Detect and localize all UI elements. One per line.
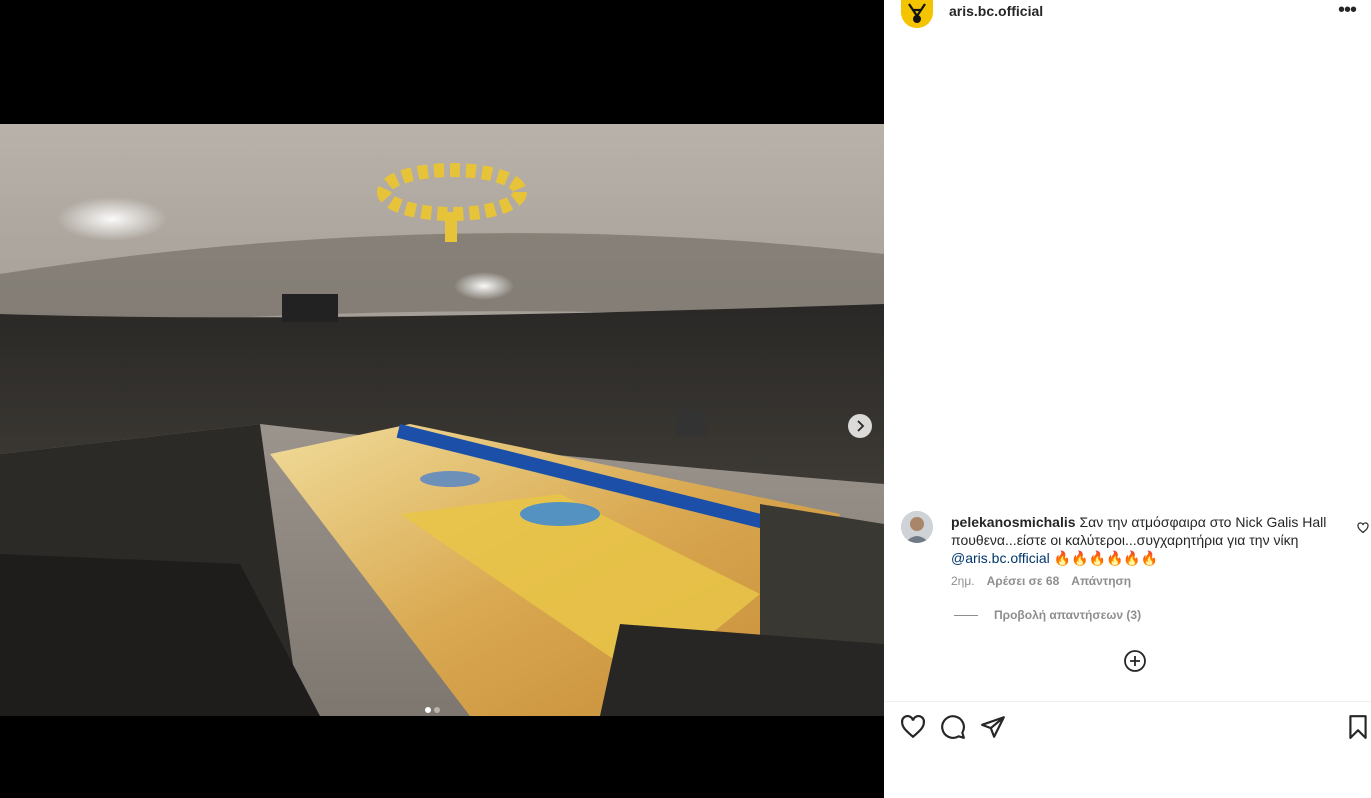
comment-likes[interactable]: Αρέσει σε 68 bbox=[987, 574, 1060, 588]
bookmark-icon[interactable] bbox=[1345, 714, 1371, 740]
post-side-panel: aris.bc.official ••• pelekanosmichalis Σα… bbox=[884, 0, 1371, 798]
comment-time[interactable]: 2ημ. bbox=[951, 574, 975, 588]
post-media[interactable] bbox=[0, 0, 884, 798]
aris-logo-icon bbox=[901, 0, 933, 28]
post-actions bbox=[884, 714, 1371, 742]
post-username[interactable]: aris.bc.official bbox=[949, 3, 1043, 19]
comment-icon[interactable] bbox=[940, 714, 966, 740]
more-icon[interactable]: ••• bbox=[1338, 0, 1357, 20]
comment-reply-button[interactable]: Απάντηση bbox=[1071, 574, 1131, 588]
comment-text-block: pelekanosmichalis Σαν την ατμόσφαιρα στο … bbox=[951, 513, 1331, 567]
post-photo-arena bbox=[0, 124, 884, 716]
heart-icon[interactable] bbox=[1357, 522, 1369, 534]
post-header: aris.bc.official ••• bbox=[884, 0, 1371, 40]
avatar[interactable] bbox=[901, 0, 933, 28]
view-replies-label: Προβολή απαντήσεων (3) bbox=[994, 608, 1142, 622]
carousel-dot bbox=[434, 707, 440, 713]
heart-icon[interactable] bbox=[900, 714, 926, 740]
comment-mention[interactable]: @aris.bc.official bbox=[951, 550, 1050, 566]
comment-emojis: 🔥🔥🔥🔥🔥🔥 bbox=[1053, 550, 1159, 566]
comment-username[interactable]: pelekanosmichalis bbox=[951, 514, 1076, 530]
actions-divider bbox=[884, 701, 1371, 702]
replies-line bbox=[954, 614, 978, 616]
share-icon[interactable] bbox=[980, 714, 1006, 740]
comment-meta: 2ημ. Αρέσει σε 68 Απάντηση bbox=[951, 574, 1131, 588]
user-photo-icon bbox=[901, 511, 933, 543]
commenter-avatar[interactable] bbox=[901, 511, 933, 543]
carousel-indicator bbox=[425, 707, 440, 713]
chevron-right-icon bbox=[857, 420, 865, 432]
carousel-dot-active bbox=[425, 707, 431, 713]
next-slide-button[interactable] bbox=[848, 414, 872, 438]
plus-circle-icon[interactable] bbox=[1123, 649, 1147, 673]
view-replies-button[interactable]: Προβολή απαντήσεων (3) bbox=[954, 608, 1141, 622]
